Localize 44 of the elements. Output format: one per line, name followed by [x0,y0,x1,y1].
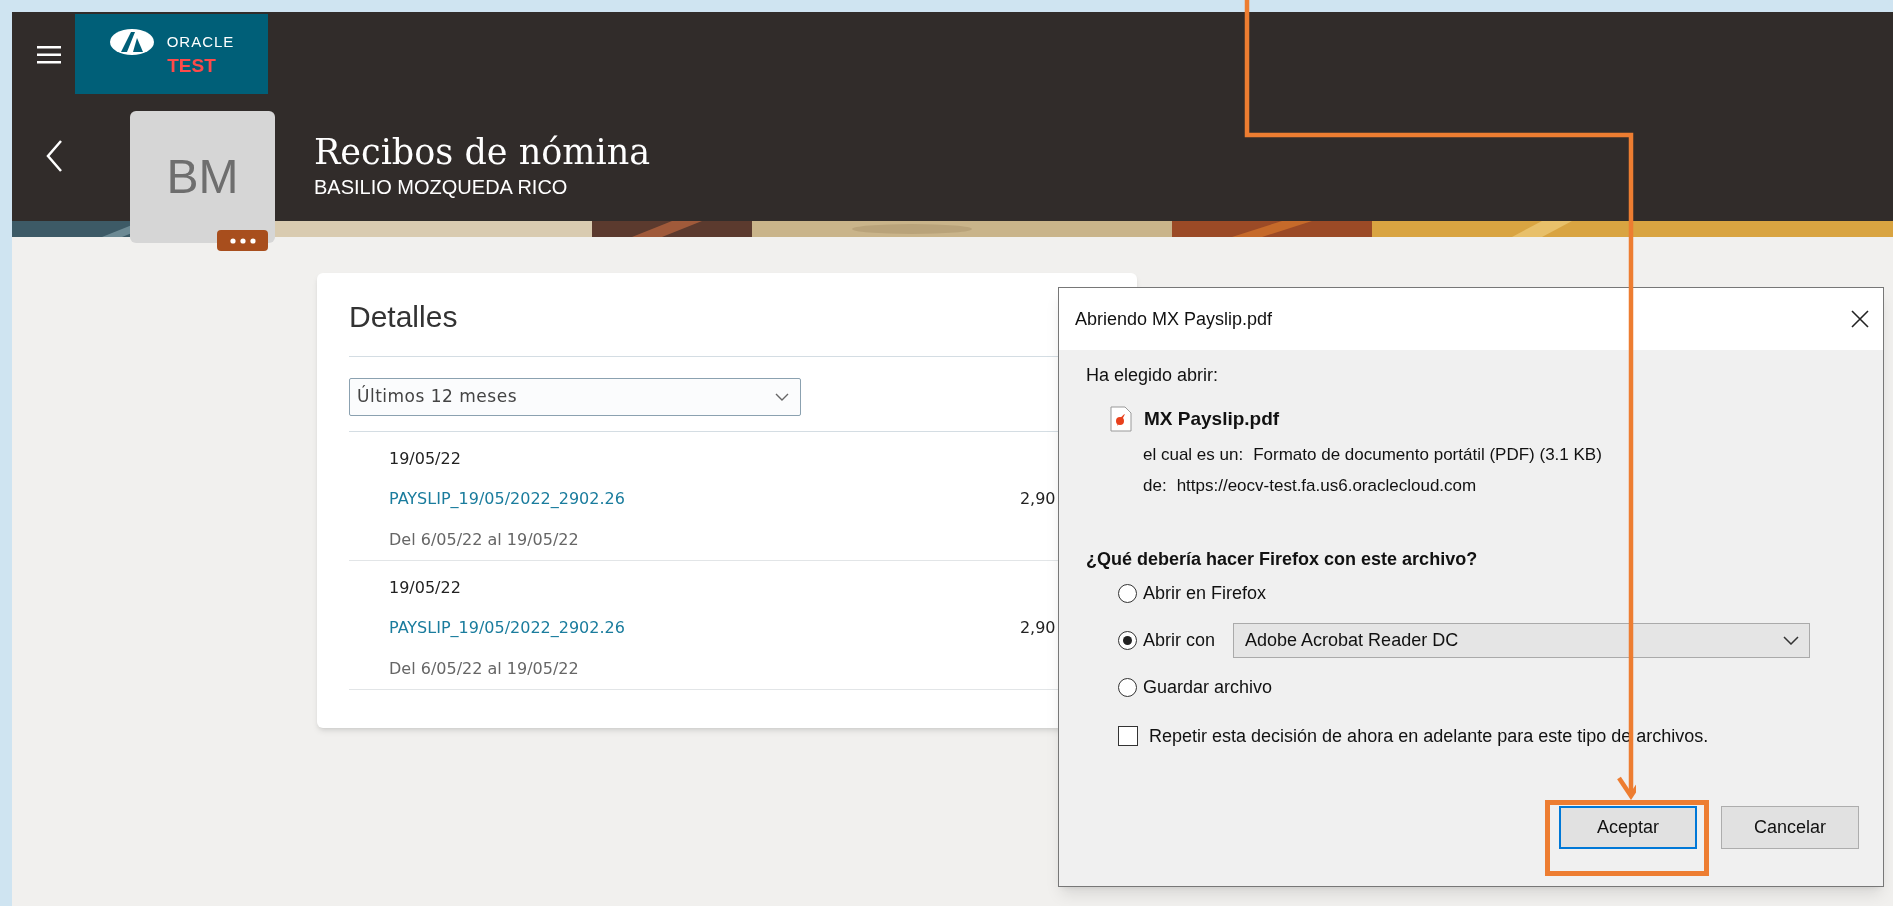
radio-button[interactable] [1118,631,1137,650]
info-label: el cual es un: [1143,443,1244,466]
dialog-title: Abriendo MX Payslip.pdf [1075,307,1273,331]
more-icon [229,237,256,244]
logo[interactable]: ORACLE TEST [75,14,268,94]
radio-button[interactable] [1118,678,1137,697]
info-label: de: [1143,474,1167,497]
app-select[interactable]: Adobe Acrobat Reader DC [1233,623,1811,658]
payslip-link[interactable]: PAYSLIP_19/05/2022_2902.26 [389,618,625,638]
logo-wordmark: ORACLE [166,31,235,52]
radio-button[interactable] [1118,584,1137,603]
back-icon[interactable] [45,139,63,173]
payslip-date: 19/05/22 [389,578,461,598]
avatar-initials: BM [166,149,239,205]
chevron-down-icon [1783,636,1800,645]
close-icon[interactable] [1851,310,1869,328]
card-title: Detalles [349,299,458,335]
file-name: MX Payslip.pdf [1144,407,1280,431]
dialog-button[interactable]: Cancelar [1721,805,1859,849]
payslip-amount: 2,90 [1019,489,1056,509]
menu-icon[interactable] [37,46,61,64]
checkbox-label[interactable]: Repetir esta decisión de ahora en adelante para este tipo de archivos. [1149,722,1709,750]
pdf-file-icon [1109,406,1133,433]
logo-emblem-icon [108,28,155,56]
intro-text: Ha elegido abrir: [1086,364,1220,387]
chevron-down-icon [775,393,789,401]
question-text: ¿Qué debería hacer Firefox con este archivo? [1086,547,1479,571]
info-value: https://eocv-test.fa.us6.oraclecloud.com [1176,474,1477,497]
info-value: Formato de documento portátil (PDF) (3.1 KB) [1253,443,1602,466]
payslip-period: Del 6/05/22 al 19/05/22 [389,659,579,679]
logo-test-label: TEST [167,56,216,76]
employee-name: BASILIO MOZQUEDA RICO [314,175,569,200]
radio-label[interactable]: Abrir en Firefox [1143,580,1267,607]
page-title: Recibos de nómina [314,131,651,173]
payslip-link[interactable]: PAYSLIP_19/05/2022_2902.26 [389,489,625,509]
dialog-button[interactable]: Aceptar [1559,805,1697,849]
radio-label[interactable]: Guardar archivo [1143,674,1273,701]
checkbox[interactable] [1118,726,1138,746]
payslip-date: 19/05/22 [389,449,461,469]
payslip-period: Del 6/05/22 al 19/05/22 [389,530,579,550]
more-button[interactable] [217,230,268,251]
radio-label[interactable]: Abrir con [1143,627,1216,654]
payslip-amount: 2,90 [1019,618,1056,638]
period-select[interactable]: Últimos 12 meses [349,378,801,416]
